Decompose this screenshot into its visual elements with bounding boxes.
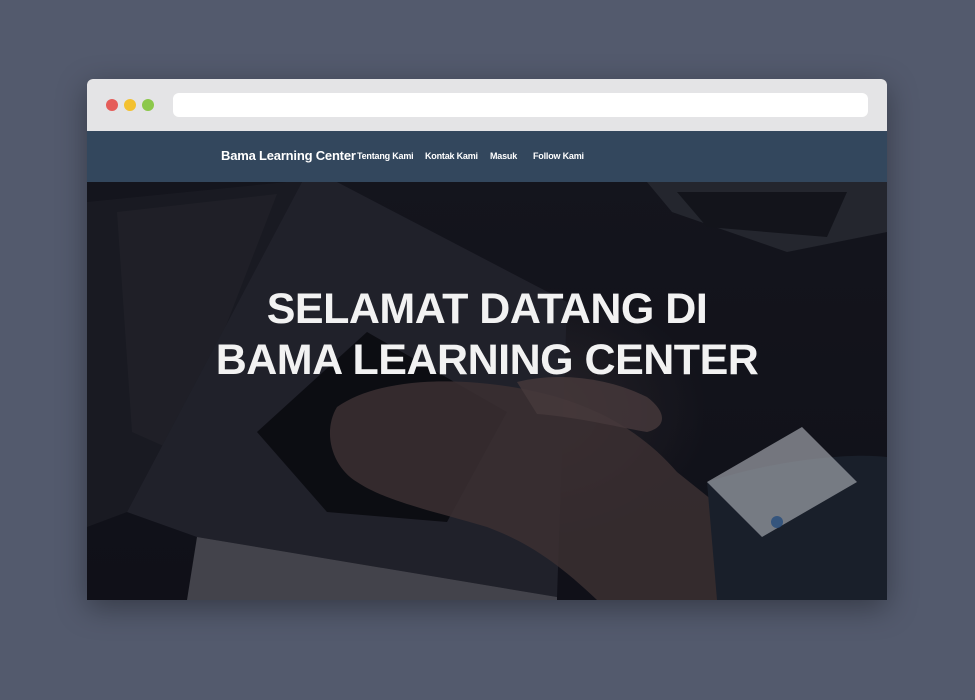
site-navbar: Bama Learning Center Tentang Kami Kontak… [87, 131, 887, 182]
hero-section: SELAMAT DATANG DI BAMA LEARNING CENTER [87, 182, 887, 600]
minimize-window-button[interactable] [124, 99, 136, 111]
nav-link-kontak-kami[interactable]: Kontak Kami [425, 151, 478, 161]
browser-chrome [87, 79, 887, 131]
maximize-window-button[interactable] [142, 99, 154, 111]
hero-title: SELAMAT DATANG DI BAMA LEARNING CENTER [87, 284, 887, 386]
nav-link-masuk[interactable]: Masuk [490, 151, 517, 161]
address-bar[interactable] [173, 93, 868, 117]
close-window-button[interactable] [106, 99, 118, 111]
hero-dark-overlay [87, 182, 887, 600]
hero-title-line-1: SELAMAT DATANG DI [266, 285, 708, 333]
brand-link[interactable]: Bama Learning Center [221, 148, 356, 163]
browser-window: Bama Learning Center Tentang Kami Kontak… [87, 79, 887, 600]
nav-link-follow-kami[interactable]: Follow Kami [533, 151, 584, 161]
hero-title-line-2: BAMA LEARNING CENTER [215, 336, 759, 384]
nav-link-tentang-kami[interactable]: Tentang Kami [357, 151, 414, 161]
